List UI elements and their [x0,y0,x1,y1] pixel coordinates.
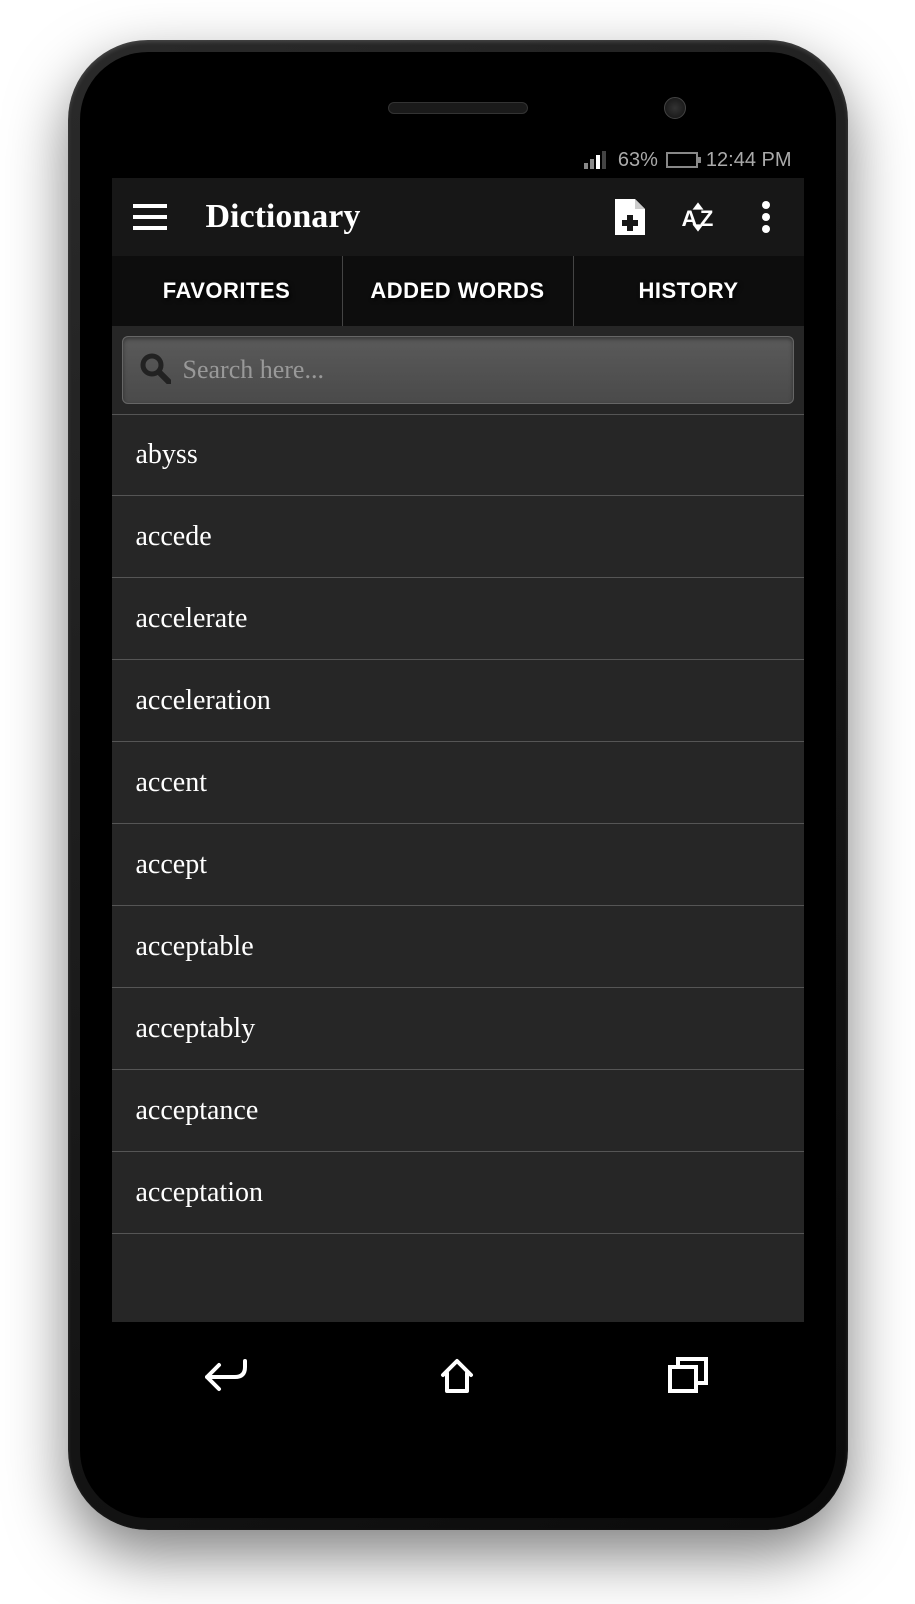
word-item[interactable]: abyss [112,414,804,496]
navigation-bar [112,1330,804,1420]
tabs-container: FAVORITES ADDED WORDS HISTORY [112,256,804,326]
word-item[interactable]: accent [112,742,804,824]
word-item[interactable]: acceptance [112,1070,804,1152]
clock-time: 12:44 PM [706,149,792,172]
tab-favorites[interactable]: FAVORITES [112,256,343,326]
search-placeholder: Search here... [183,355,324,385]
search-container: Search here... [112,326,804,414]
battery-percent: 63% [618,149,658,172]
signal-icon [584,151,606,169]
tab-added-words[interactable]: ADDED WORDS [343,256,574,326]
tab-label: FAVORITES [163,278,291,304]
app-title: Dictionary [206,198,584,236]
search-input[interactable]: Search here... [122,336,794,404]
word-item[interactable]: accept [112,824,804,906]
word-item[interactable]: acceptation [112,1152,804,1234]
word-item[interactable]: accede [112,496,804,578]
word-item[interactable]: acceptable [112,906,804,988]
phone-frame: 63% 12:44 PM Dictionary [68,40,848,1530]
recent-apps-button[interactable] [648,1350,728,1400]
battery-icon [666,152,698,168]
tab-label: HISTORY [638,278,738,304]
hamburger-menu-icon[interactable] [128,195,172,239]
word-item[interactable]: acceptably [112,988,804,1070]
tab-label: ADDED WORDS [370,278,544,304]
app-bar: Dictionary A Z [112,178,804,256]
tab-history[interactable]: HISTORY [574,256,804,326]
back-button[interactable] [187,1350,267,1400]
word-list[interactable]: abyss accede accelerate acceleration acc… [112,414,804,1322]
overflow-menu-icon[interactable] [744,195,788,239]
word-item[interactable]: acceleration [112,660,804,742]
add-document-icon[interactable] [608,195,652,239]
sort-az-icon[interactable]: A Z [676,195,720,239]
screen: 63% 12:44 PM Dictionary [112,142,804,1322]
svg-text:Z: Z [699,206,712,231]
word-item[interactable]: accelerate [112,578,804,660]
status-bar: 63% 12:44 PM [112,142,804,178]
home-button[interactable] [417,1350,497,1400]
search-icon [139,352,171,389]
